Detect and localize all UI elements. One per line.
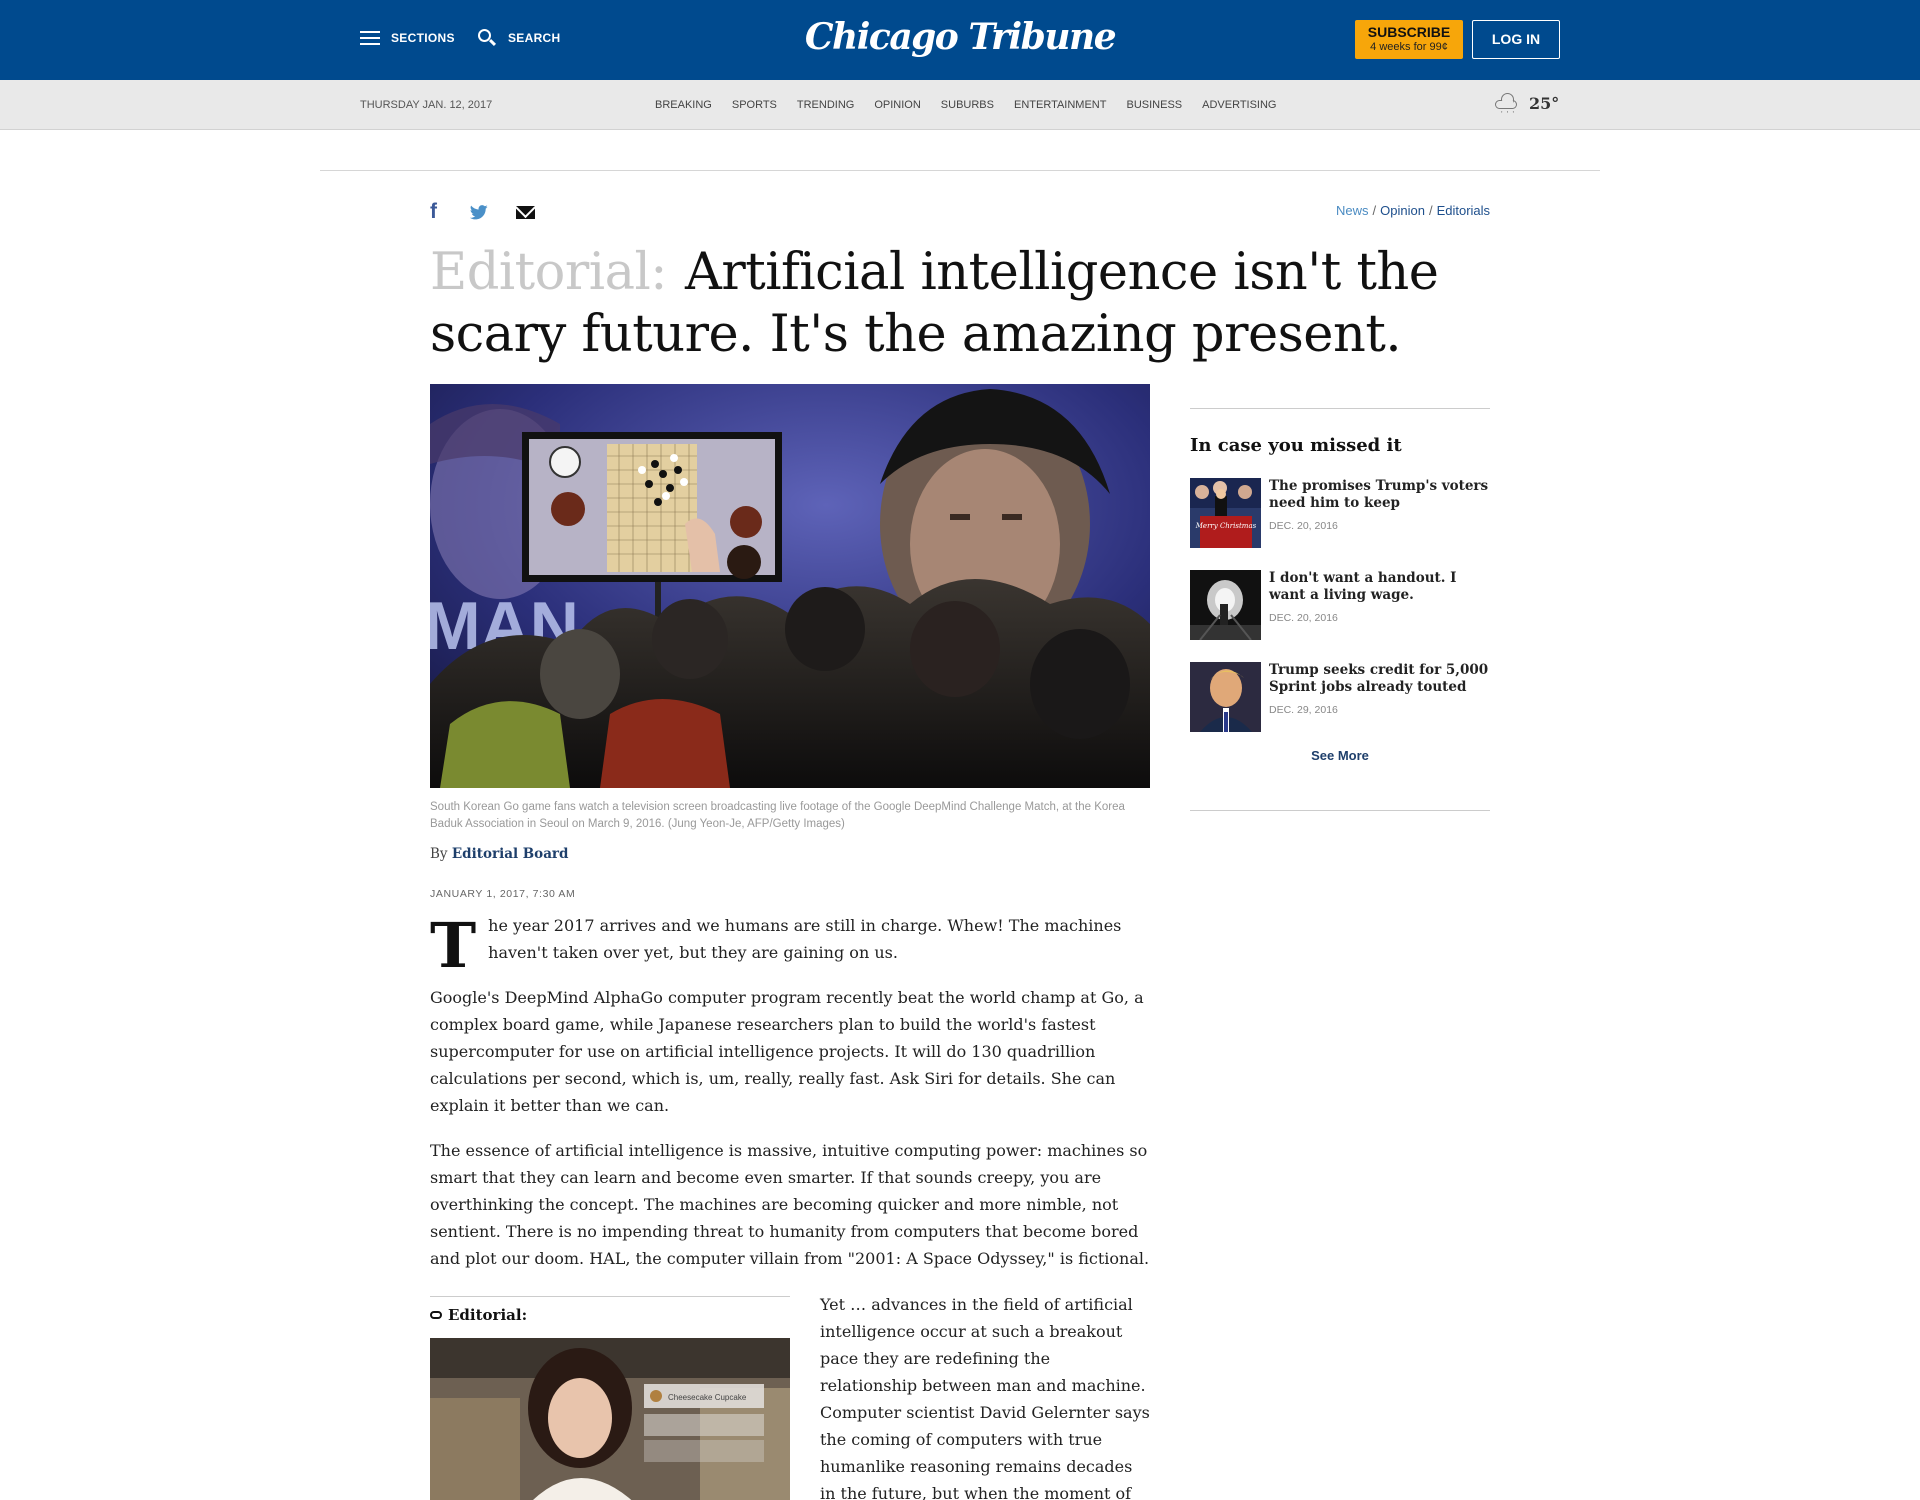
nav-link-breaking[interactable]: BREAKING	[655, 99, 712, 111]
sidebar-missed: In case you missed it Merry Christmas Th…	[1190, 408, 1490, 763]
related-label: Editorial:	[448, 1306, 528, 1324]
breadcrumb-opinion[interactable]: Opinion	[1380, 203, 1425, 218]
article-paragraph: The essence of artificial intelligence i…	[430, 1141, 1150, 1268]
nav-link-entertainment[interactable]: ENTERTAINMENT	[1014, 99, 1107, 111]
current-date: THURSDAY JAN. 12, 2017	[360, 99, 493, 111]
search-icon	[478, 29, 497, 47]
sidebar-item-date: DEC. 20, 2016	[1269, 520, 1338, 532]
related-label-row: Editorial:	[430, 1306, 790, 1324]
sidebar-thumbnail[interactable]	[1190, 570, 1261, 640]
subscribe-label: SUBSCRIBE	[1367, 24, 1451, 40]
sidebar-item[interactable]: Trump seeks credit for 5,000 Sprint jobs…	[1190, 662, 1490, 732]
subscribe-offer: 4 weeks for 99¢	[1370, 41, 1448, 53]
nav-link-suburbs[interactable]: SUBURBS	[941, 99, 994, 111]
breadcrumb-editorials[interactable]: Editorials	[1437, 203, 1490, 218]
sections-menu-button[interactable]: SECTIONS	[360, 30, 455, 46]
site-logo[interactable]: Chicago Tribune	[760, 16, 1160, 58]
image-caption: South Korean Go game fans watch a televi…	[430, 801, 1125, 830]
sidebar-thumbnail[interactable]	[1190, 662, 1261, 732]
login-button[interactable]: LOG IN	[1472, 20, 1560, 59]
author-link[interactable]: Editorial Board	[452, 846, 569, 862]
link-icon	[430, 1311, 442, 1319]
search-button[interactable]: SEARCH	[478, 29, 560, 47]
hamburger-icon	[360, 30, 380, 46]
search-label: SEARCH	[508, 31, 561, 45]
breadcrumb-news[interactable]: News	[1336, 203, 1369, 218]
byline: By Editorial Board	[430, 846, 569, 862]
hero-image[interactable]: MAN	[430, 384, 1150, 788]
sidebar-item-title[interactable]: I don't want a handout. I want a living …	[1269, 570, 1490, 604]
see-more-link[interactable]: See More	[1190, 748, 1490, 763]
nav-link-trending[interactable]: TRENDING	[797, 99, 854, 111]
section-nav: THURSDAY JAN. 12, 2017 BREAKING SPORTS T…	[0, 80, 1920, 130]
breadcrumb: News / Opinion / Editorials	[1336, 203, 1491, 218]
sidebar-item-title[interactable]: Trump seeks credit for 5,000 Sprint jobs…	[1269, 662, 1490, 696]
drop-cap: T	[430, 909, 477, 982]
nav-links: BREAKING SPORTS TRENDING OPINION SUBURBS…	[655, 99, 1297, 111]
nav-link-advertising[interactable]: ADVERTISING	[1202, 99, 1276, 111]
article-paragraph: The year 2017 arrives and we humans are …	[430, 912, 1150, 977]
related-overlay-item: Cheesecake Cupcake	[668, 1393, 747, 1402]
twitter-icon[interactable]	[470, 202, 492, 222]
sections-label: SECTIONS	[391, 31, 455, 45]
nav-link-sports[interactable]: SPORTS	[732, 99, 777, 111]
related-photo: Cheesecake Cupcake	[430, 1338, 790, 1500]
article-column-text: Yet … advances in the field of artificia…	[820, 1295, 1150, 1500]
related-editorial[interactable]: Editorial: Cheesecake Cupcake	[430, 1296, 790, 1500]
nav-link-opinion[interactable]: OPINION	[874, 99, 920, 111]
cloud-rain-icon: ' ' '	[1493, 92, 1523, 119]
publish-date: JANUARY 1, 2017, 7:30 AM	[430, 888, 576, 900]
weather-widget[interactable]: ' ' ' 25°	[1493, 92, 1560, 119]
thumbnail-text: Merry Christmas	[1195, 522, 1257, 530]
sidebar-heading: In case you missed it	[1190, 435, 1402, 456]
sidebar-item-title[interactable]: The promises Trump's voters need him to …	[1269, 478, 1490, 512]
headline-label: Editorial:	[430, 243, 667, 302]
paragraph-text: he year 2017 arrives and we humans are s…	[488, 916, 1122, 962]
article-body: The year 2017 arrives and we humans are …	[430, 912, 1150, 1290]
sidebar-item[interactable]: I don't want a handout. I want a living …	[1190, 570, 1490, 640]
related-image[interactable]: Cheesecake Cupcake	[430, 1338, 790, 1500]
temperature: 25°	[1529, 93, 1560, 113]
article-paragraph: Google's DeepMind AlphaGo computer progr…	[430, 988, 1144, 1115]
divider	[320, 170, 1600, 171]
sidebar-thumbnail[interactable]: Merry Christmas	[1190, 478, 1261, 548]
divider	[1190, 810, 1490, 811]
email-icon[interactable]	[516, 205, 535, 219]
share-bar: f	[430, 200, 535, 224]
nav-link-business[interactable]: BUSINESS	[1126, 99, 1182, 111]
sidebar-item-date: DEC. 20, 2016	[1269, 612, 1338, 624]
hero-photo: MAN	[430, 384, 1150, 788]
byline-prefix: By	[430, 846, 448, 862]
facebook-icon[interactable]: f	[430, 200, 448, 224]
sidebar-item[interactable]: Merry Christmas The promises Trump's vot…	[1190, 478, 1490, 548]
sidebar-item-date: DEC. 29, 2016	[1269, 704, 1338, 716]
subscribe-button[interactable]: SUBSCRIBE 4 weeks for 99¢	[1355, 20, 1463, 59]
site-header: SECTIONS SEARCH Chicago Tribune SUBSCRIB…	[0, 0, 1920, 80]
article-headline: Editorial: Artificial intelligence isn't …	[430, 242, 1510, 366]
